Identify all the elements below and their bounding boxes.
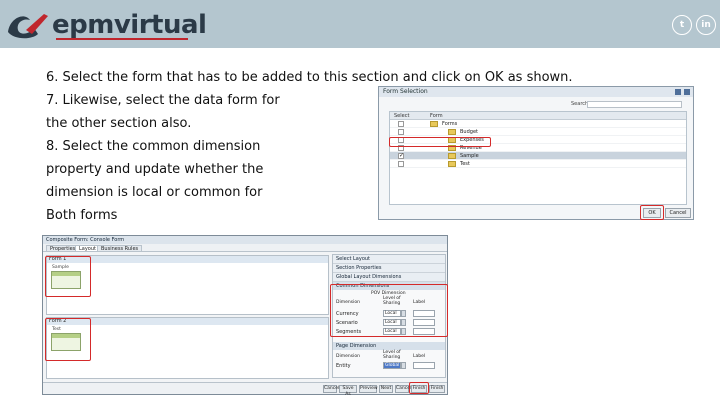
header-bar: epmvirtual t in: [0, 0, 720, 48]
cancel-button[interactable]: Cancel: [395, 385, 411, 393]
grid-row-test[interactable]: Test: [390, 160, 686, 168]
accordion-section-properties[interactable]: Section Properties: [333, 264, 445, 273]
brand-mark-icon: [6, 10, 50, 40]
twitter-icon[interactable]: t: [672, 15, 692, 35]
folder-icon: [430, 121, 438, 127]
close-icon[interactable]: [684, 89, 690, 95]
highlight-form-2: [45, 318, 91, 361]
tab-business-rules[interactable]: Business Rules: [97, 245, 143, 252]
accordion-select-layout[interactable]: Select Layout: [333, 255, 445, 264]
grid-row-budget[interactable]: Budget: [390, 128, 686, 136]
page-dimensions-header: Page Dimension: [333, 342, 445, 350]
form-grid: Select Form Forms Budget Expenses Revenu…: [389, 111, 687, 205]
composite-title: Composite Form: Console Form: [43, 236, 447, 244]
grid-row-sample[interactable]: ✓ Sample: [390, 152, 686, 160]
composite-form-window: Composite Form: Console Form Properties …: [42, 235, 448, 397]
footer-cancel-button[interactable]: Cancel: [323, 385, 339, 393]
highlight-ok-button: [640, 205, 664, 220]
instruction-line-7: Both forms: [46, 208, 118, 223]
cancel-button[interactable]: Cancel: [665, 208, 691, 218]
search-input[interactable]: [587, 101, 682, 108]
instruction-line-4: 8. Select the common dimension: [46, 139, 261, 154]
row-checkbox-checked[interactable]: ✓: [398, 153, 404, 159]
row-checkbox[interactable]: [398, 129, 404, 135]
linkedin-icon[interactable]: in: [696, 15, 716, 35]
brand-text: epmvirtual: [52, 10, 207, 40]
folder-icon: [448, 129, 456, 135]
row-label: Sample: [460, 153, 479, 159]
minimize-icon[interactable]: [675, 89, 681, 95]
chevron-down-icon[interactable]: [401, 362, 406, 369]
row-label: Test: [460, 161, 470, 167]
instruction-line-5: property and update whether the: [46, 162, 264, 177]
folder-icon: [448, 161, 456, 167]
page-dimensions-table: Dimension Level of Sharing Label Entity …: [333, 350, 445, 372]
highlight-common-dimensions: [330, 284, 448, 337]
col-dimension: Dimension: [336, 354, 360, 359]
accordion-global-layout-dimensions[interactable]: Global Layout Dimensions: [333, 273, 445, 282]
grid-header: Select Form: [390, 112, 686, 120]
instruction-line-2: 7. Likewise, select the data form for: [46, 93, 280, 108]
highlight-selected-row: [389, 137, 491, 147]
brand-underline: [56, 38, 188, 40]
highlight-finish-button: [409, 382, 429, 394]
brand-logo[interactable]: epmvirtual: [6, 8, 207, 42]
col-level-of-sharing: Level of Sharing: [383, 350, 401, 360]
level-select[interactable]: Global: [383, 362, 401, 369]
instruction-line-6: dimension is local or common for: [46, 185, 263, 200]
row-checkbox[interactable]: [398, 121, 404, 127]
twitter-glyph: t: [679, 20, 685, 30]
folder-icon: [448, 153, 456, 159]
form-selection-dialog: Form Selection Search Select Form Forms …: [378, 86, 694, 220]
search-label: Search: [571, 101, 589, 107]
finish-button-secondary[interactable]: Finish: [429, 385, 445, 393]
instruction-line-3: the other section also.: [46, 116, 192, 131]
next-button[interactable]: Next: [379, 385, 393, 393]
linkedin-glyph: in: [701, 20, 711, 30]
dim-row-entity: Entity Global: [335, 362, 443, 370]
row-label: Forms: [442, 121, 458, 127]
composite-tabs: Properties Layout Business Rules: [43, 244, 447, 252]
grid-row-forms[interactable]: Forms: [390, 120, 686, 128]
col-form: Form: [430, 113, 443, 119]
label-input[interactable]: [413, 362, 435, 369]
dialog-title: Form Selection: [379, 87, 693, 97]
col-label: Label: [413, 354, 426, 359]
highlight-form-1: [45, 256, 91, 297]
composite-footer: Cancel Save As Preview Next Cancel Finis…: [43, 382, 447, 397]
save-as-button[interactable]: Save As: [339, 385, 357, 397]
col-select: Select: [394, 113, 410, 119]
preview-button[interactable]: Preview: [359, 385, 378, 393]
dim-name: Entity: [336, 363, 351, 369]
row-label: Budget: [460, 129, 478, 135]
row-checkbox[interactable]: [398, 161, 404, 167]
